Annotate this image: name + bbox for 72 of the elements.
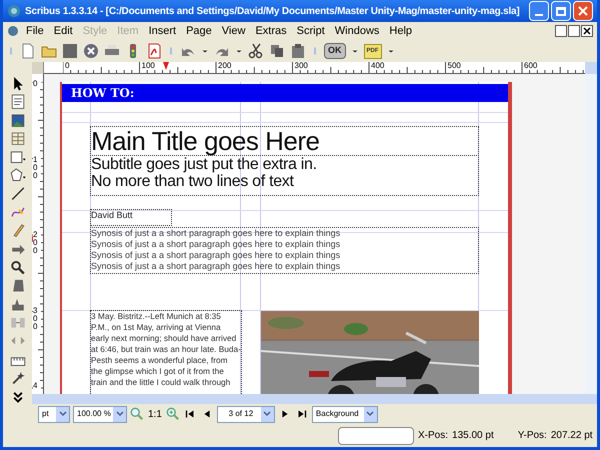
zoom-out-icon[interactable] — [130, 407, 144, 421]
ruler-label: 300 — [33, 306, 41, 330]
image-frame-icon[interactable] — [10, 112, 26, 128]
menu-item[interactable]: Insert — [144, 22, 182, 40]
scissors-icon[interactable] — [248, 43, 264, 59]
close-button[interactable] — [573, 1, 593, 21]
menu-item[interactable]: View — [216, 22, 250, 40]
menu-item[interactable]: Page — [181, 22, 217, 40]
search-icon[interactable] — [10, 260, 26, 276]
header-text: HOW TO: — [71, 85, 134, 102]
line-icon[interactable] — [10, 186, 26, 202]
polygon-icon[interactable] — [10, 168, 26, 184]
ruler-label: 100 — [33, 156, 41, 180]
body-text-line: train and the little I could walk through — [91, 377, 232, 388]
menu-item[interactable]: Help — [384, 22, 418, 40]
minimize-button[interactable] — [529, 1, 549, 21]
ruler-label: 100 — [142, 62, 155, 70]
pdf-document-icon[interactable] — [146, 43, 162, 59]
ruler-label: 300 — [294, 62, 308, 70]
page-dropdown[interactable]: 3 of 12 — [216, 406, 275, 422]
ruler-label: 200 — [218, 62, 232, 70]
author-name: David Butt — [91, 210, 133, 222]
minimize-document-button[interactable] — [555, 25, 567, 37]
subtitle-line: Subtitle goes just put the extra in. — [91, 156, 318, 173]
ruler-corner[interactable] — [32, 62, 44, 74]
save-icon[interactable] — [62, 43, 78, 59]
actual-size-button[interactable]: 1:1 — [147, 406, 163, 422]
restore-document-button[interactable] — [568, 25, 580, 37]
body-text-line: P.M., on 1st May, arriving at Vienna — [91, 322, 222, 333]
menu-item[interactable]: File — [21, 22, 49, 40]
table-icon[interactable] — [10, 131, 26, 147]
y-position-label: Y-Pos: — [518, 429, 547, 443]
preflight-button[interactable]: OK — [324, 43, 346, 59]
menu-item[interactable]: Extras — [250, 22, 292, 40]
ruler-label: 500 — [448, 62, 461, 70]
horizontal-scrollbar[interactable] — [32, 394, 597, 404]
app-icon — [7, 4, 21, 18]
menu-item[interactable]: Script — [292, 22, 330, 40]
body-text-line: Pesth seems a wonderful place, from — [91, 355, 229, 366]
x-position-value: 135.00 pt — [452, 429, 494, 443]
copy-icon[interactable] — [269, 43, 285, 59]
rectangle-icon[interactable] — [10, 150, 26, 165]
body-text-line: 3 May. Bistritz.--Left Munich at 8:35 — [91, 311, 222, 322]
unit-dropdown[interactable]: pt — [38, 406, 70, 422]
x-position-label: X-Pos: — [418, 429, 448, 443]
synopsis-line: Synosis of just a a short paragraph goes here to explain things — [91, 261, 342, 272]
clipboard-icon[interactable] — [290, 43, 306, 59]
menu-item[interactable]: Edit — [48, 22, 78, 40]
layer-dropdown[interactable]: Background — [312, 406, 378, 422]
body-text-line: at 6:46, but train was an hour late. Buda- — [91, 344, 241, 355]
window-title: Scribus 1.3.3.14 - [C:/Documents and Settings/David/My Documents/Master Unity-Mag/master-unity-mag.sla] — [25, 4, 520, 18]
magic-wand-icon[interactable] — [10, 370, 26, 386]
ruler-label: 400 — [371, 62, 384, 70]
ruler-label: 0 — [65, 62, 70, 70]
maximize-button[interactable] — [551, 1, 571, 21]
ruler-label: 600 — [524, 62, 538, 70]
body-text-line: the glimpse which I got of it from the — [91, 366, 225, 377]
y-position-value: 207.22 pt — [550, 429, 593, 443]
ruler-label: 4 — [33, 382, 41, 390]
ruler-label: 0 — [33, 80, 41, 88]
zoom-field[interactable]: 100.00 % — [73, 406, 127, 422]
ruler-label: 200 — [33, 231, 41, 255]
body-text-line: early next morning; should have arrived — [91, 333, 238, 344]
synopsis-line: Synosis of just a a short paragraph goes here to explain things — [91, 228, 342, 239]
menu-item[interactable]: Windows — [330, 22, 384, 40]
synopsis-line: Synosis of just a a short paragraph goes here to explain things — [91, 239, 342, 250]
new-document-icon[interactable] — [20, 43, 36, 59]
vertical-scrollbar[interactable] — [585, 74, 597, 394]
main-title: Main Title goes Here — [91, 127, 320, 155]
synopsis-line: Synosis of just a a short paragraph goes here to explain things — [91, 250, 342, 261]
text-frame-icon[interactable] — [10, 94, 26, 110]
subtitle-line: No more than two lines of text — [91, 173, 295, 190]
